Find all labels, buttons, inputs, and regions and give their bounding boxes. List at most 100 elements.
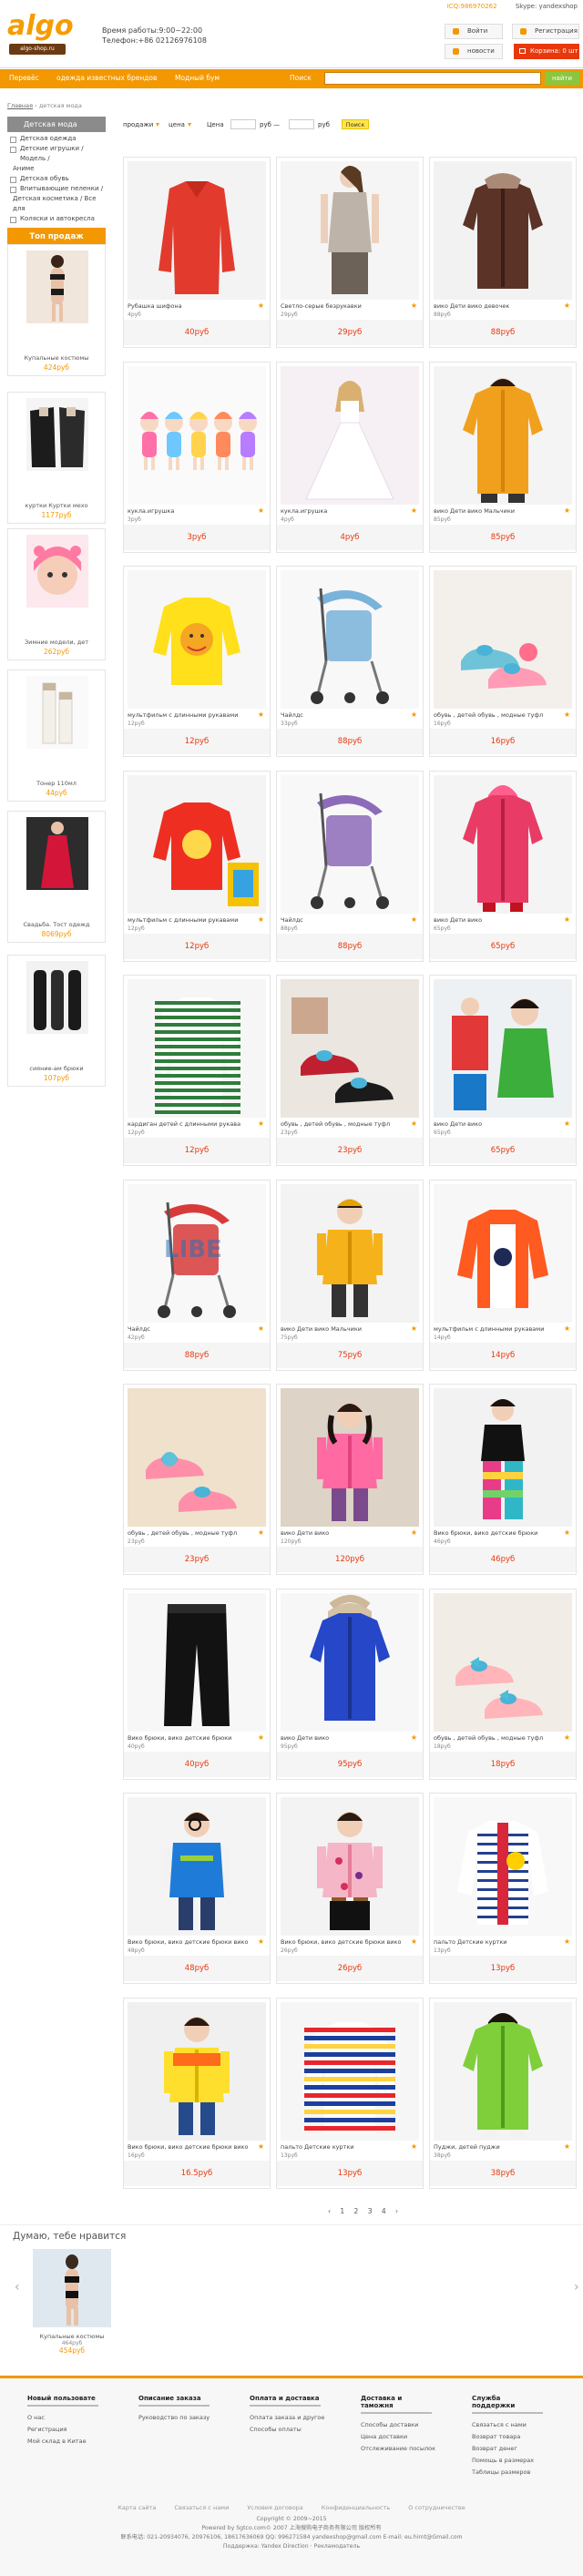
breadcrumb-home[interactable]: Главная: [7, 102, 33, 109]
site-logo[interactable]: algo algo-shop.ru: [7, 13, 74, 60]
star-icon[interactable]: ★: [564, 302, 570, 310]
icq-contact[interactable]: ICQ:986970262: [447, 3, 497, 10]
search-button[interactable]: найти: [545, 72, 579, 85]
product-image[interactable]: [281, 570, 419, 709]
product-image[interactable]: [434, 2001, 572, 2141]
product-name[interactable]: пальто Детские куртки: [434, 1938, 559, 1946]
price-filter-button[interactable]: Поиск: [342, 119, 369, 129]
pagination[interactable]: ‹ 1 2 3 4 ›: [328, 2207, 402, 2215]
footer-link[interactable]: Отслеживание посылок: [361, 2443, 452, 2455]
product-image[interactable]: [434, 365, 572, 505]
product-name[interactable]: Чайлдс: [128, 1325, 253, 1333]
star-icon[interactable]: ★: [564, 2142, 570, 2151]
top-sale-name[interactable]: Свадьба. Тост одежд: [10, 921, 103, 929]
star-icon[interactable]: ★: [564, 1119, 570, 1128]
star-icon[interactable]: ★: [258, 1528, 264, 1537]
star-icon[interactable]: ★: [411, 1733, 417, 1742]
product-image[interactable]: [434, 1592, 572, 1732]
product-card[interactable]: мультфильм с длинными рукавами ★ 14руб 1…: [429, 1179, 577, 1371]
next-arrow-icon[interactable]: ›: [574, 2280, 579, 2295]
star-icon[interactable]: ★: [411, 1119, 417, 1128]
product-image[interactable]: [26, 398, 88, 471]
product-image[interactable]: [128, 365, 266, 505]
product-name[interactable]: кукла.игрушка: [128, 507, 253, 515]
footer-link[interactable]: Возврат денег: [472, 2443, 563, 2455]
footer-link[interactable]: Руководство по заказу: [138, 2412, 230, 2424]
product-image[interactable]: [281, 1388, 419, 1527]
product-image[interactable]: [281, 979, 419, 1118]
product-card[interactable]: Вико брюки, вико детские брюки ★ 46руб 4…: [429, 1384, 577, 1575]
product-image[interactable]: [26, 250, 88, 323]
login-button[interactable]: Войти: [445, 24, 503, 39]
product-card[interactable]: обувь , детей обувь , модные туфл ★ 23ру…: [123, 1384, 271, 1575]
nav-item-3[interactable]: Модный бум: [175, 74, 220, 82]
prev-arrow-icon[interactable]: ‹: [15, 2280, 20, 2295]
star-icon[interactable]: ★: [411, 710, 417, 719]
product-card[interactable]: вико Дети вико ★ 65руб 65руб: [429, 975, 577, 1166]
product-card[interactable]: Вико брюки, вико детские брюки вико ★ 48…: [123, 1793, 271, 1984]
star-icon[interactable]: ★: [258, 1937, 264, 1946]
product-image[interactable]: [128, 979, 266, 1118]
star-icon[interactable]: ★: [258, 2142, 264, 2151]
product-card[interactable]: Пуджи, детей пуджи ★ 38руб 38руб: [429, 1997, 577, 2189]
product-card[interactable]: обувь , детей обувь , модные туфл ★ 16ру…: [429, 566, 577, 757]
product-name[interactable]: Вико брюки, вико детские брюки вико: [128, 2143, 253, 2151]
product-image[interactable]: [434, 774, 572, 914]
star-icon[interactable]: ★: [258, 915, 264, 924]
top-sale-item[interactable]: Свадьба. Тост одежд 8069руб: [7, 811, 106, 943]
top-sale-name[interactable]: Купальные костюмы: [10, 354, 103, 363]
product-card[interactable]: Чайлдс ★ 88руб 88руб: [276, 770, 424, 962]
product-card[interactable]: мультфильм с длинными рукавами ★ 12руб 1…: [123, 566, 271, 757]
product-name[interactable]: вико Дети вико: [434, 1120, 559, 1128]
product-name[interactable]: вико Дети вико: [434, 916, 559, 924]
product-image[interactable]: [26, 817, 88, 890]
star-icon[interactable]: ★: [258, 1119, 264, 1128]
star-icon[interactable]: ★: [258, 710, 264, 719]
product-image[interactable]: [281, 1797, 419, 1936]
product-card[interactable]: кардиган детей с длинными рукава ★ 12руб…: [123, 975, 271, 1166]
recommended-item[interactable]: Купальные костюмы 464руб 454руб: [33, 2249, 111, 2367]
product-card[interactable]: вико Дети вико ★ 65руб 65руб: [429, 770, 577, 962]
product-image[interactable]: [281, 1183, 419, 1323]
top-sale-name[interactable]: сияние-ам брюки: [10, 1065, 103, 1073]
footer-link[interactable]: Помощь в размерах: [472, 2455, 563, 2467]
star-icon[interactable]: ★: [564, 1324, 570, 1333]
product-card[interactable]: пальто Детские куртки ★ 13руб 13руб: [429, 1793, 577, 1984]
product-name[interactable]: Чайлдс: [281, 711, 406, 719]
product-image[interactable]: [26, 676, 88, 749]
product-image[interactable]: [434, 979, 572, 1118]
product-card[interactable]: пальто Детские куртки ★ 13руб 13руб: [276, 1997, 424, 2189]
star-icon[interactable]: ★: [411, 302, 417, 310]
star-icon[interactable]: ★: [564, 1528, 570, 1537]
product-name[interactable]: вико Дети вико: [281, 1529, 406, 1537]
product-name[interactable]: Вико брюки, вико детские брюки: [128, 1734, 253, 1742]
product-image[interactable]: [434, 161, 572, 300]
star-icon[interactable]: ★: [411, 1528, 417, 1537]
product-card[interactable]: мультфильм с длинными рукавами ★ 12руб 1…: [123, 770, 271, 962]
product-card[interactable]: кукла.игрушка ★ 3руб 3руб: [123, 361, 271, 553]
category-item[interactable]: Детские игрушки / Модель /: [7, 144, 106, 164]
nav-item-2[interactable]: одежда известных брендов: [56, 74, 157, 82]
star-icon[interactable]: ★: [564, 915, 570, 924]
product-image[interactable]: [26, 961, 88, 1034]
product-card[interactable]: Чайлдс ★ 33руб 88руб: [276, 566, 424, 757]
product-image[interactable]: [128, 1388, 266, 1527]
sort-price[interactable]: цена: [169, 121, 191, 128]
product-card[interactable]: Вико брюки, вико детские брюки вико ★ 26…: [276, 1793, 424, 1984]
product-name[interactable]: вико Дети вико девочек: [434, 302, 559, 310]
product-image[interactable]: [281, 2001, 419, 2141]
product-name[interactable]: Чайлдс: [281, 916, 406, 924]
product-image[interactable]: [128, 774, 266, 914]
star-icon[interactable]: ★: [258, 1324, 264, 1333]
footer-link[interactable]: Возврат товара: [472, 2431, 563, 2443]
cart-button[interactable]: Корзина: 0 шт: [514, 44, 579, 59]
product-image[interactable]: [434, 1797, 572, 1936]
product-image[interactable]: [26, 535, 88, 608]
product-image[interactable]: [281, 774, 419, 914]
product-image[interactable]: [128, 1592, 266, 1732]
category-item[interactable]: Коляски и автокресла: [7, 214, 106, 224]
product-image[interactable]: [434, 1388, 572, 1527]
star-icon[interactable]: ★: [564, 506, 570, 515]
star-icon[interactable]: ★: [411, 915, 417, 924]
product-card[interactable]: вико Дети вико ★ 120руб 120руб: [276, 1384, 424, 1575]
